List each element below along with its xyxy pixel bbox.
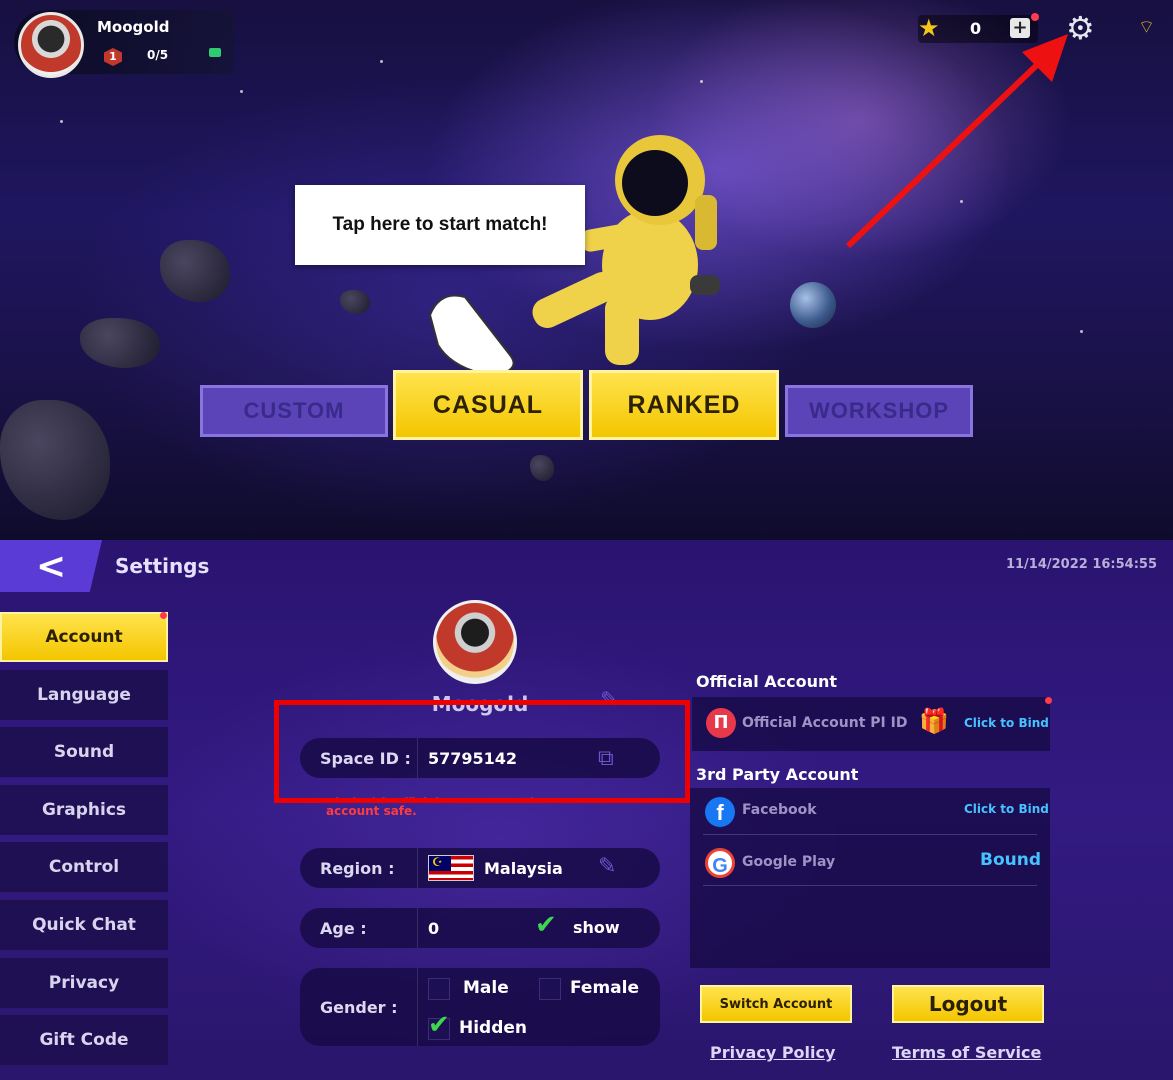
pointing-hand-icon [428, 294, 515, 375]
gender-hidden-label[interactable]: Hidden [459, 1018, 527, 1038]
terms-of-service-link[interactable]: Terms of Service [892, 1043, 1041, 1062]
astronaut-leg [605, 295, 639, 365]
region-value: Malaysia [484, 858, 563, 878]
google-icon: G [705, 848, 735, 878]
notification-dot [1045, 697, 1052, 704]
astronaut-backpack [695, 195, 717, 250]
astronaut-glove [690, 275, 720, 295]
sidebar-item-control[interactable]: Control [0, 842, 168, 893]
official-account-label: Official Account PI ID [742, 715, 908, 731]
age-show-label[interactable]: show [573, 918, 620, 937]
facebook-icon: f [705, 797, 735, 827]
casual-mode-button[interactable]: CASUAL [393, 370, 583, 440]
notification-dot [160, 612, 167, 619]
google-play-status: Bound [980, 850, 1042, 870]
timestamp: 11/14/2022 16:54:55 [1005, 557, 1157, 572]
switch-account-button[interactable]: Switch Account [700, 985, 852, 1023]
sidebar-item-gift-code[interactable]: Gift Code [0, 1015, 168, 1066]
start-match-tooltip: Tap here to start match! [295, 185, 585, 265]
annotation-highlight-box [274, 700, 690, 803]
workshop-mode-button[interactable]: WORKSHOP [785, 385, 973, 437]
age-label: Age : [300, 908, 418, 948]
gender-female-checkbox[interactable] [539, 978, 561, 1000]
settings-sidebar: Account Language Sound Graphics Control … [0, 612, 168, 1073]
planet [790, 282, 836, 328]
hand-shape [428, 294, 515, 375]
pi-logo-icon: Π [706, 708, 736, 738]
gender-label: Gender : [300, 968, 418, 1046]
avatar[interactable] [433, 600, 517, 684]
edit-icon[interactable]: ✎ [598, 854, 616, 879]
sidebar-item-privacy[interactable]: Privacy [0, 957, 168, 1008]
sidebar-item-language[interactable]: Language [0, 669, 168, 720]
official-account-heading: Official Account [696, 672, 838, 691]
sidebar-item-sound[interactable]: Sound [0, 727, 168, 778]
facebook-bind-link[interactable]: Click to Bind [964, 802, 1049, 816]
checkmark-icon: ✔ [428, 1010, 450, 1040]
checkmark-icon[interactable]: ✔ [535, 910, 557, 940]
arrow-shaft [845, 59, 1043, 249]
logout-button[interactable]: Logout [892, 985, 1044, 1023]
privacy-policy-link[interactable]: Privacy Policy [710, 1043, 835, 1062]
gender-male-label[interactable]: Male [463, 978, 509, 998]
sidebar-item-quick-chat[interactable]: Quick Chat [0, 899, 168, 950]
age-value[interactable]: 0 [418, 919, 439, 938]
google-play-label: Google Play [742, 854, 836, 870]
gift-icon: 🎁 [919, 707, 949, 735]
astronaut-visor [622, 150, 688, 216]
bind-warning-line: account safe. [326, 804, 417, 818]
region-label: Region : [300, 848, 418, 888]
sidebar-item-account[interactable]: Account [0, 612, 168, 662]
page-title: Settings [115, 554, 210, 578]
malaysia-flag-icon [428, 855, 474, 881]
facebook-label: Facebook [742, 802, 817, 818]
pi-bind-link[interactable]: Click to Bind [964, 716, 1049, 730]
lobby-screen: Moogold 1 0/5 ★ 0 + ⚙ ⌔ Tap here to star… [0, 0, 1173, 540]
ranked-mode-button[interactable]: RANKED [589, 370, 779, 440]
chevron-left-icon[interactable]: < [36, 546, 66, 587]
sidebar-item-graphics[interactable]: Graphics [0, 784, 168, 835]
settings-screen: < Settings 11/14/2022 16:54:55 Account L… [0, 540, 1173, 1080]
gender-male-checkbox[interactable] [428, 978, 450, 1000]
custom-mode-button[interactable]: CUSTOM [200, 385, 388, 437]
third-party-heading: 3rd Party Account [696, 765, 859, 784]
gender-female-label[interactable]: Female [570, 978, 639, 998]
